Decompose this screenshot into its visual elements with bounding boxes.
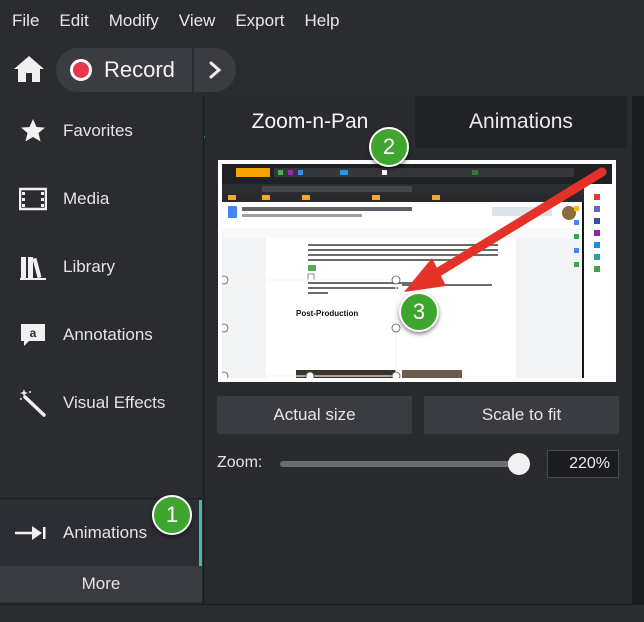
callout-2: 2 — [369, 127, 409, 167]
camtasia-window: File Edit Modify View Export Help Record… — [0, 0, 644, 622]
callout-3: 3 — [399, 292, 439, 332]
red-arrow-overlay — [404, 167, 607, 292]
callout-1: 1 — [152, 495, 192, 535]
